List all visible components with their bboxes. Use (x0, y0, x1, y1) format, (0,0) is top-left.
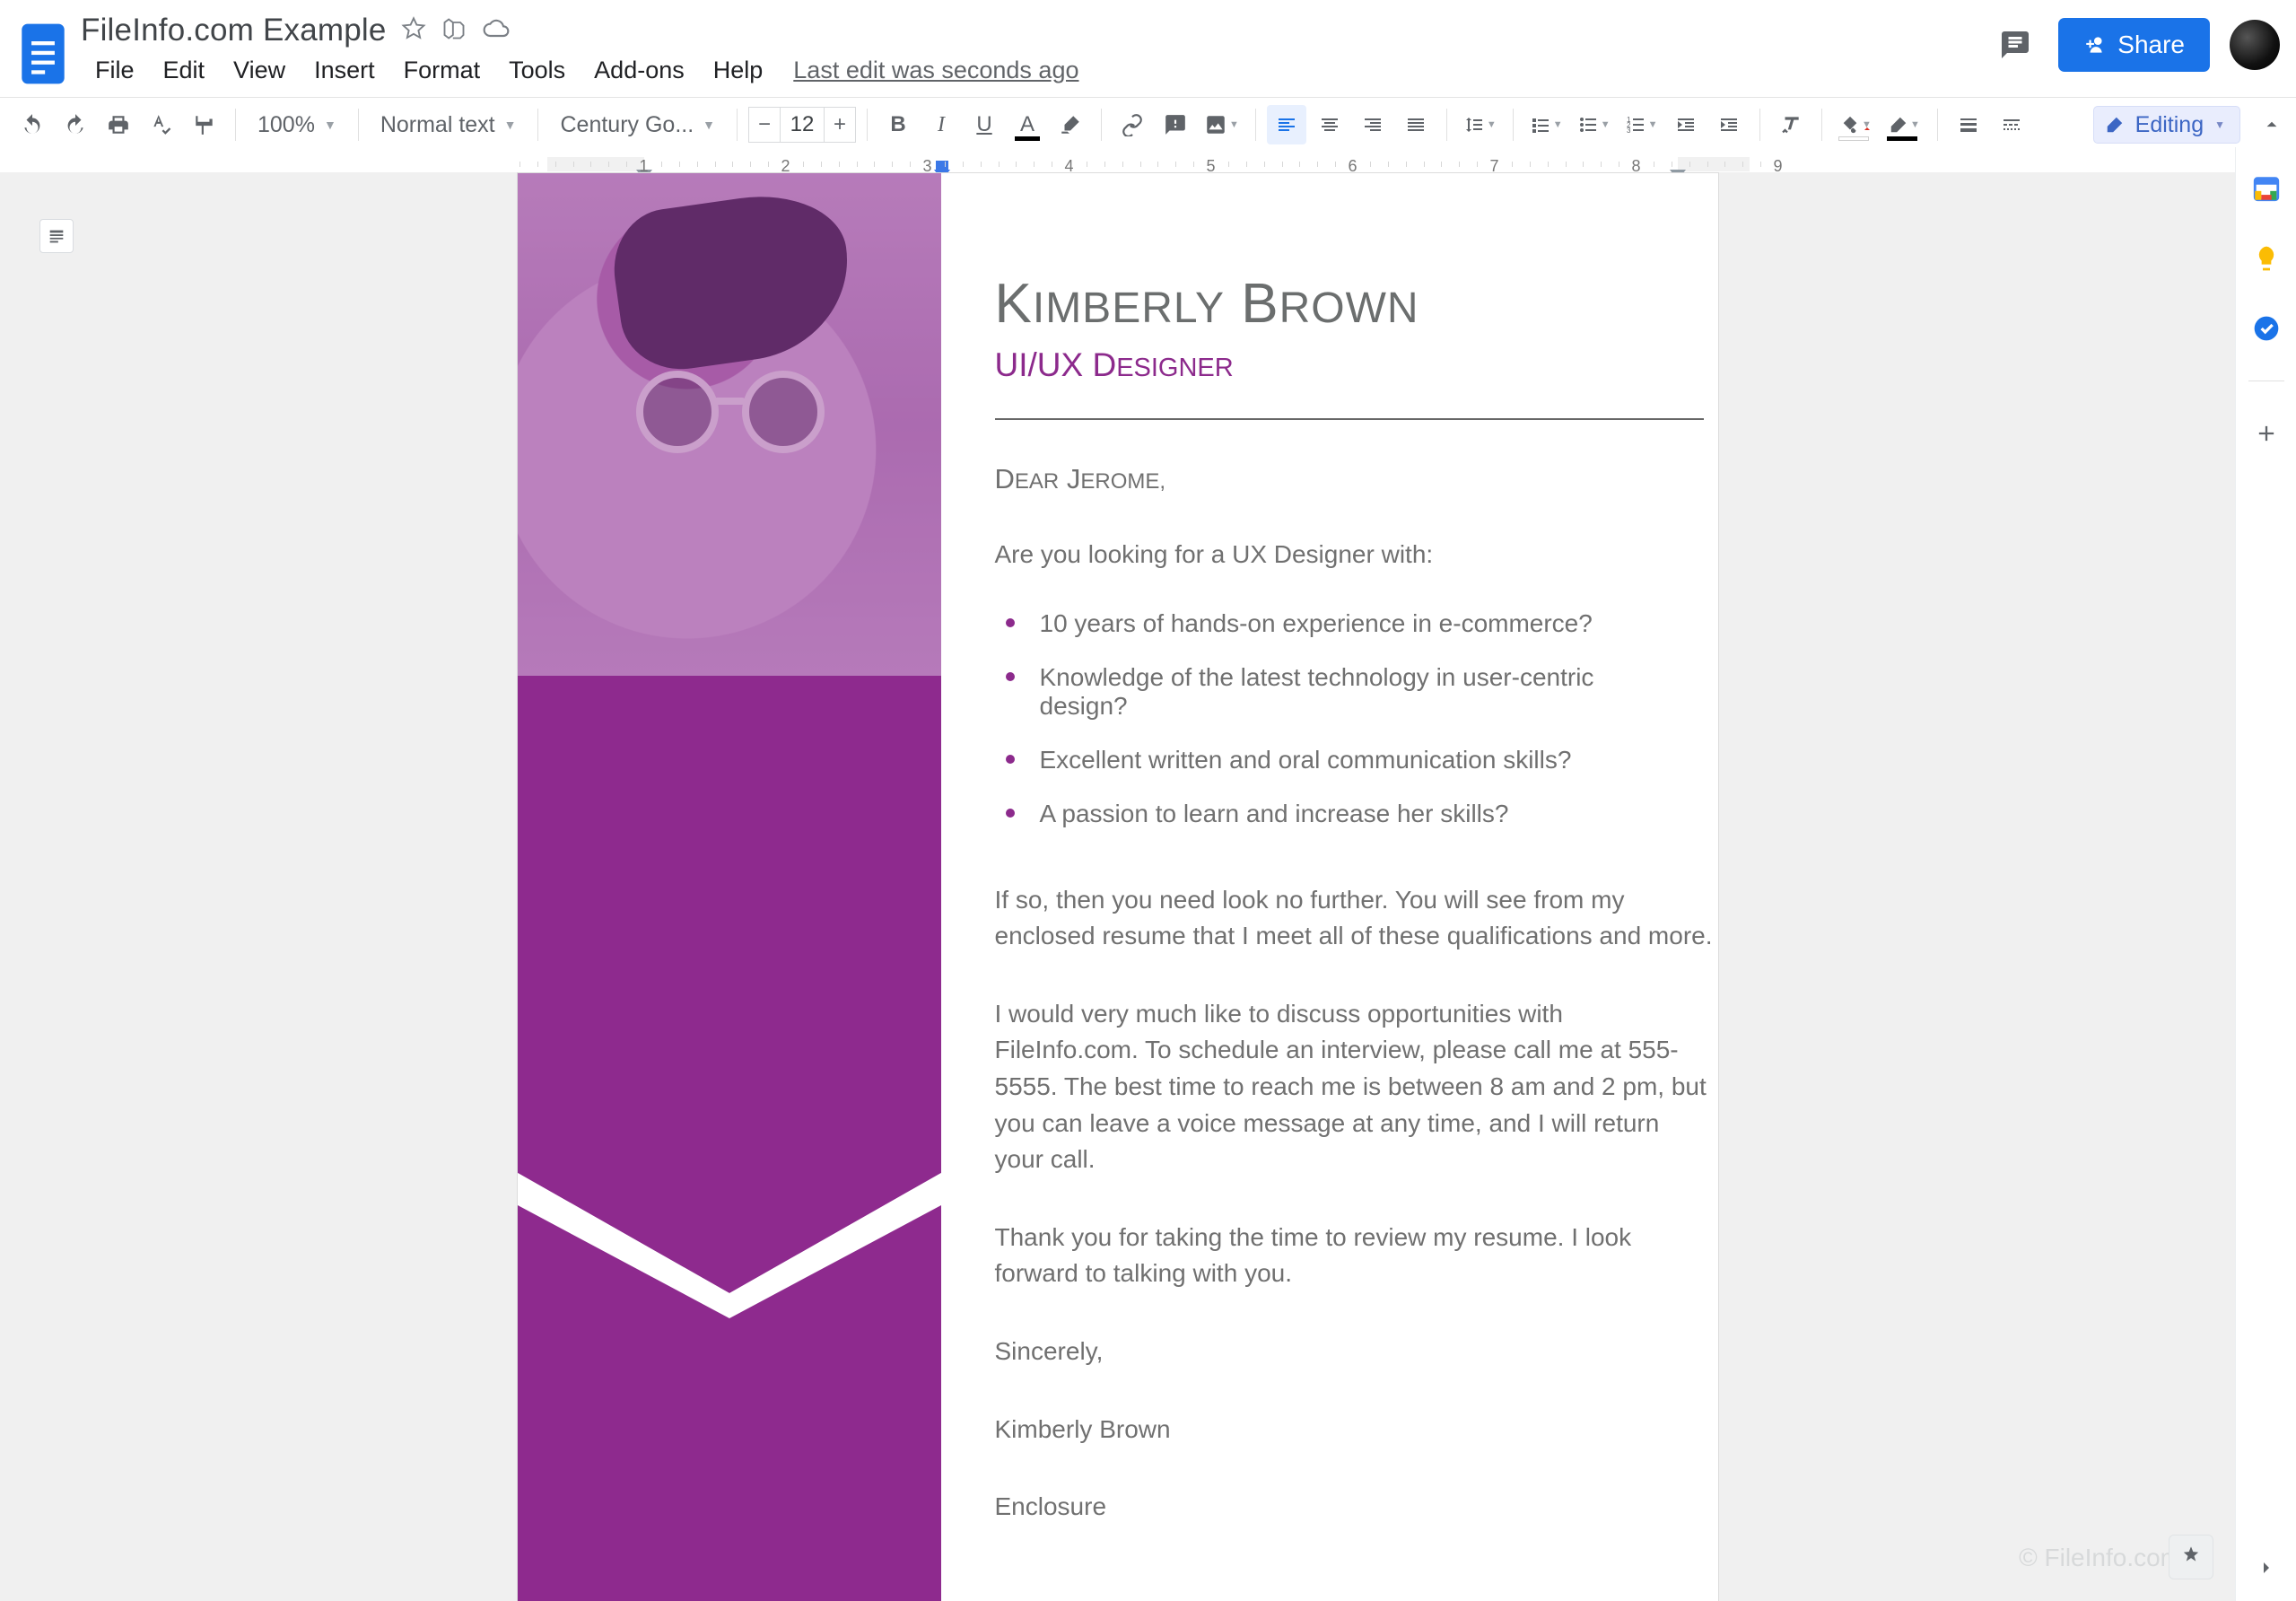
paragraph-style-select[interactable]: Normal text▼ (370, 105, 528, 144)
watermark: © FileInfo.com (2019, 1544, 2181, 1572)
print-button[interactable] (99, 105, 138, 144)
letter-content[interactable]: KIMBERLY BROWN UI/UX DESIGNER DEAR JEROM… (995, 272, 1664, 1526)
paragraph: I would very much like to discuss opport… (995, 996, 1713, 1178)
editing-mode-select[interactable]: Editing ▼ (2093, 106, 2240, 144)
line-spacing-button[interactable]: ▼ (1458, 105, 1502, 144)
menu-edit[interactable]: Edit (149, 53, 220, 88)
menu-view[interactable]: View (219, 53, 300, 88)
svg-text:3: 3 (1627, 127, 1631, 135)
intro-line: Are you looking for a UX Designer with: (995, 537, 1713, 573)
numbered-list-button[interactable]: 123▼ (1619, 105, 1663, 144)
clear-formatting-button[interactable] (1771, 105, 1811, 144)
move-icon[interactable] (441, 16, 467, 46)
font-size-decrease[interactable]: − (748, 107, 781, 143)
document-outline-toggle[interactable] (39, 219, 74, 253)
indent-increase-button[interactable] (1709, 105, 1749, 144)
app-header: FileInfo.com Example File Edit View Inse… (0, 0, 2296, 97)
text-color-button[interactable]: A (1008, 105, 1047, 144)
document-canvas[interactable]: KIMBERLY BROWN UI/UX DESIGNER DEAR JEROM… (0, 172, 2235, 1601)
undo-button[interactable] (13, 105, 52, 144)
qualifications-list: 10 years of hands-on experience in e-com… (995, 597, 1664, 841)
list-item: Knowledge of the latest technology in us… (995, 651, 1664, 733)
divider (995, 418, 1704, 420)
calendar-addon-icon[interactable] (2248, 171, 2284, 206)
editing-mode-label: Editing (2135, 112, 2204, 138)
share-button[interactable]: Share (2058, 18, 2210, 72)
checklist-button[interactable]: ▼ (1524, 105, 1568, 144)
open-comments-button[interactable] (1992, 22, 2038, 68)
hide-side-panel-button[interactable] (2256, 1557, 2277, 1583)
menu-bar: File Edit View Insert Format Tools Add-o… (81, 52, 1992, 88)
font-size-control: − + (748, 107, 856, 143)
spellcheck-button[interactable] (142, 105, 181, 144)
menu-file[interactable]: File (81, 53, 149, 88)
cover-photo-column (518, 173, 941, 1601)
menu-tools[interactable]: Tools (494, 53, 580, 88)
enclosure-line: Enclosure (995, 1489, 1713, 1526)
menu-help[interactable]: Help (699, 53, 778, 88)
applicant-name: KIMBERLY BROWN (995, 272, 1664, 336)
list-item: A passion to learn and increase her skil… (995, 787, 1664, 841)
redo-button[interactable] (56, 105, 95, 144)
menu-insert[interactable]: Insert (300, 53, 389, 88)
menu-format[interactable]: Format (389, 53, 495, 88)
share-button-label: Share (2117, 31, 2185, 59)
align-justify-button[interactable] (1396, 105, 1436, 144)
insert-comment-button[interactable] (1156, 105, 1195, 144)
cloud-status-icon[interactable] (482, 18, 511, 44)
insert-link-button[interactable] (1113, 105, 1152, 144)
indent-decrease-button[interactable] (1666, 105, 1706, 144)
italic-button[interactable]: I (921, 105, 961, 144)
star-icon[interactable] (401, 16, 426, 46)
border-width-button[interactable] (1949, 105, 1988, 144)
paragraph: If so, then you need look no further. Yo… (995, 882, 1713, 955)
font-size-input[interactable] (781, 107, 824, 143)
account-avatar[interactable] (2230, 20, 2280, 70)
signature: Kimberly Brown (995, 1412, 1713, 1448)
explore-button[interactable] (2169, 1535, 2213, 1579)
paragraph: Thank you for taking the time to review … (995, 1220, 1713, 1292)
font-size-increase[interactable]: + (824, 107, 856, 143)
bold-button[interactable]: B (878, 105, 918, 144)
list-item: 10 years of hands-on experience in e-com… (995, 597, 1664, 651)
align-center-button[interactable] (1310, 105, 1349, 144)
align-left-button[interactable] (1267, 105, 1306, 144)
tasks-addon-icon[interactable] (2248, 311, 2284, 346)
font-select[interactable]: Century Go...▼ (549, 105, 726, 144)
cell-fill-button[interactable]: ▼ (1833, 105, 1878, 144)
salutation: DEAR JEROME, (995, 463, 1664, 495)
menu-addons[interactable]: Add-ons (580, 53, 699, 88)
border-color-button[interactable]: ▼ (1881, 105, 1926, 144)
toolbar: 100%▼ Normal text▼ Century Go...▼ − + B … (0, 97, 2296, 178)
profile-photo (518, 173, 941, 676)
collapse-toolbar-button[interactable] (2260, 113, 2283, 136)
keep-addon-icon[interactable] (2248, 241, 2284, 276)
zoom-select[interactable]: 100%▼ (247, 105, 347, 144)
underline-button[interactable]: U (965, 105, 1004, 144)
border-style-button[interactable] (1992, 105, 2031, 144)
page[interactable]: KIMBERLY BROWN UI/UX DESIGNER DEAR JEROM… (517, 172, 1719, 1601)
last-edit-link[interactable]: Last edit was seconds ago (793, 57, 1078, 84)
bulleted-list-button[interactable]: ▼ (1572, 105, 1616, 144)
list-item: Excellent written and oral communication… (995, 733, 1664, 787)
insert-image-button[interactable]: ▼ (1199, 105, 1244, 144)
align-right-button[interactable] (1353, 105, 1392, 144)
paint-format-button[interactable] (185, 105, 224, 144)
get-addons-button[interactable] (2248, 416, 2284, 451)
highlight-color-button[interactable] (1051, 105, 1090, 144)
side-panel (2235, 147, 2296, 1601)
signoff: Sincerely, (995, 1334, 1713, 1370)
document-title[interactable]: FileInfo.com Example (81, 13, 387, 48)
docs-home-icon[interactable] (11, 11, 75, 97)
applicant-role: UI/UX DESIGNER (995, 346, 1664, 384)
